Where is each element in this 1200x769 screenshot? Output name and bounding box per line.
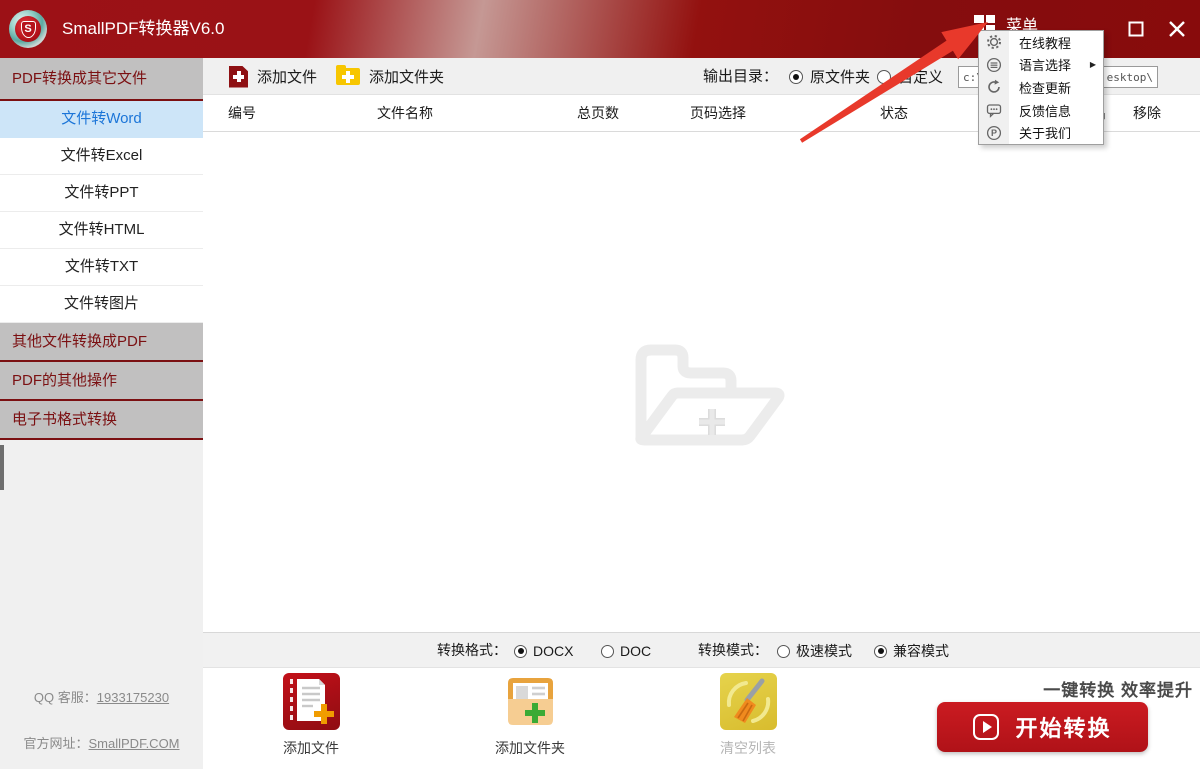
menu-dropdown: 在线教程 语言选择 ▶ 检查更新 反馈信息 P 关于我们 [978,30,1104,145]
add-folder-action[interactable]: 添加文件夹 [475,673,585,758]
format-docx-radio[interactable]: DOCX [514,633,573,669]
add-file-label: 添加文件 [257,66,317,87]
mode-fast-label: 极速模式 [796,641,852,661]
app-logo-icon: S [9,10,47,48]
output-dir-label: 输出目录： [703,58,778,95]
add-file-action-label: 添加文件 [256,738,366,758]
mode-compat-radio[interactable]: 兼容模式 [874,633,949,669]
official-site-link[interactable]: SmallPDF.COM [89,736,180,751]
empty-folder-watermark-icon[interactable] [627,338,793,456]
add-file-big-icon [283,673,340,730]
add-folder-icon [336,68,360,85]
options-bar: 转换格式： DOCX DOC 转换模式： 极速模式 兼容模式 [203,632,1200,668]
sidebar-scrollbar[interactable] [0,445,4,490]
slogan-text: 一键转换 效率提升 [1008,676,1193,701]
sidebar-item-to-word[interactable]: 文件转Word [0,101,203,138]
radio-selected-icon [514,645,527,658]
feedback-bubble-icon [979,102,1009,118]
col-remove: 移除 [1133,95,1161,132]
app-window: S SmallPDF转换器V6.0 菜单 PDF转换成其它文件 文件转Word … [0,0,1200,769]
official-site: 官方网址：SmallPDF.COM [0,733,203,752]
about-icon: P [979,125,1009,141]
format-docx-label: DOCX [533,643,573,659]
action-bar: 添加文件 添加文件夹 [203,668,1200,769]
col-status: 状态 [880,95,908,132]
col-filename: 文件名称 [377,95,433,132]
clear-list-action[interactable]: 清空列表 [693,673,803,758]
mode-fast-radio[interactable]: 极速模式 [777,633,852,669]
play-icon [973,714,999,740]
col-pages: 总页数 [577,95,619,132]
add-file-button[interactable]: 添加文件 [229,58,317,95]
output-custom-radio[interactable]: 自定义 [877,58,943,95]
sidebar-item-to-html[interactable]: 文件转HTML [0,212,203,249]
radio-selected-icon [874,645,887,658]
qq-support-label: QQ 客服： [34,690,97,705]
radio-selected-icon [789,70,803,84]
format-label: 转换格式： [437,633,507,669]
maximize-button[interactable] [1121,14,1151,44]
sidebar-section-other-to-pdf[interactable]: 其他文件转换成PDF [0,323,203,362]
clear-list-action-label: 清空列表 [693,738,803,758]
start-convert-label: 开始转换 [1015,711,1111,743]
sidebar-item-to-excel[interactable]: 文件转Excel [0,138,203,175]
menu-item-check-update[interactable]: 检查更新 [979,76,1103,99]
mode-label: 转换模式： [698,633,768,669]
menu-item-feedback[interactable]: 反馈信息 [979,99,1103,122]
format-doc-radio[interactable]: DOC [601,633,651,669]
add-folder-big-icon [502,673,559,730]
official-site-label: 官方网址： [23,736,88,751]
radio-unselected-icon [777,645,790,658]
qq-support: QQ 客服：1933175230 [0,687,203,706]
sidebar-item-to-ppt[interactable]: 文件转PPT [0,175,203,212]
add-folder-button[interactable]: 添加文件夹 [336,58,444,95]
menu-item-online-tutorial[interactable]: 在线教程 [979,31,1103,54]
mode-compat-label: 兼容模式 [893,641,949,661]
col-range: 页码选择 [690,95,746,132]
format-doc-label: DOC [620,643,651,659]
add-folder-label: 添加文件夹 [369,66,444,87]
radio-unselected-icon [601,645,614,658]
add-file-action[interactable]: 添加文件 [256,673,366,758]
output-path-right: esktop\ [1107,71,1153,84]
sidebar-section-pdf-ops[interactable]: PDF的其他操作 [0,362,203,401]
svg-text:P: P [991,128,997,138]
clear-list-big-icon [720,673,777,730]
sidebar-item-to-txt[interactable]: 文件转TXT [0,249,203,286]
radio-unselected-icon [877,70,891,84]
close-button[interactable] [1162,14,1192,44]
submenu-arrow-icon: ▶ [1090,60,1096,69]
output-source-folder-label: 原文件夹 [810,66,870,87]
sidebar-section-ebook[interactable]: 电子书格式转换 [0,401,203,440]
output-source-folder-radio[interactable]: 原文件夹 [789,58,870,95]
output-custom-label: 自定义 [898,66,943,87]
app-title: SmallPDF转换器V6.0 [62,0,224,58]
file-list-area[interactable] [203,132,1200,632]
sidebar-item-to-image[interactable]: 文件转图片 [0,286,203,323]
add-file-icon [229,66,248,88]
language-icon [979,57,1009,73]
sidebar-section-pdf-to-other[interactable]: PDF转换成其它文件 [0,58,203,101]
menu-item-about[interactable]: P 关于我们 [979,121,1103,144]
add-folder-action-label: 添加文件夹 [475,738,585,758]
refresh-icon [979,79,1009,95]
sidebar: PDF转换成其它文件 文件转Word 文件转Excel 文件转PPT 文件转HT… [0,58,203,769]
gear-icon [979,34,1009,50]
col-number: 编号 [228,95,256,132]
menu-item-language[interactable]: 语言选择 ▶ [979,54,1103,77]
start-convert-button[interactable]: 开始转换 [937,702,1148,752]
qq-support-link[interactable]: 1933175230 [97,690,169,705]
